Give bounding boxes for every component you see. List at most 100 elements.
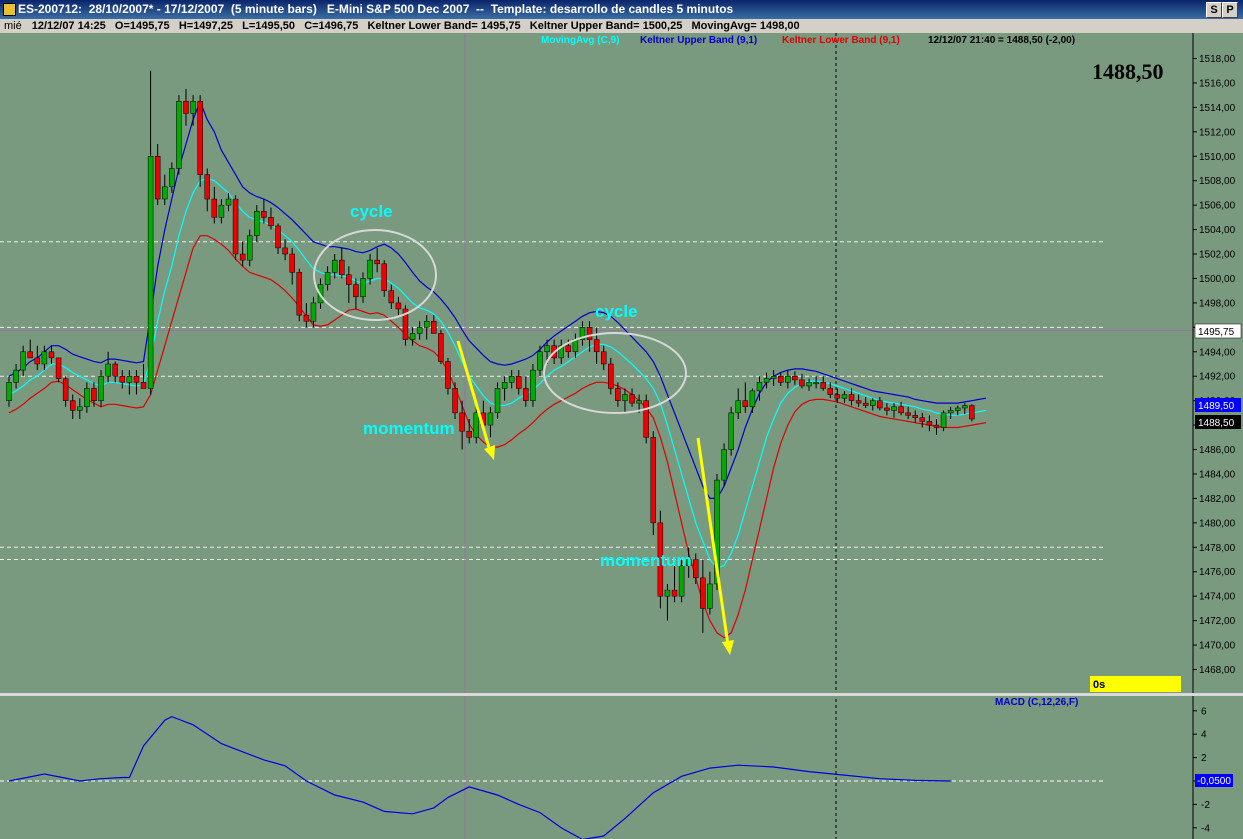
- upper-price-label: 1489,50: [1198, 401, 1235, 412]
- candle-body: [41, 351, 48, 365]
- price-tick-label: 1486,00: [1199, 445, 1236, 456]
- candle-body: [721, 449, 727, 481]
- price-tick-label: 1474,00: [1199, 592, 1236, 603]
- candle-body: [898, 406, 904, 414]
- candle-body: [147, 156, 154, 389]
- candle-body: [678, 565, 685, 597]
- price-tick-label: 1508,00: [1199, 176, 1236, 187]
- candle-body: [27, 351, 33, 359]
- candle-body: [891, 406, 897, 411]
- candle-body: [360, 278, 366, 298]
- candle-body: [211, 198, 218, 218]
- candle-body: [473, 412, 480, 438]
- candle-body: [459, 412, 465, 432]
- candle-body: [282, 247, 288, 255]
- pane-separator[interactable]: [0, 693, 1243, 696]
- candle-body: [615, 388, 621, 401]
- candle-body: [643, 400, 649, 438]
- candle-body: [254, 211, 260, 236]
- candle-body: [785, 375, 791, 383]
- candle-body: [204, 174, 210, 200]
- last-price-big: 1488,50: [1092, 59, 1164, 84]
- window-title: ES-200712: 28/10/2007* - 17/12/2007 (5 m…: [18, 2, 734, 16]
- candle-body: [119, 375, 126, 383]
- p-button[interactable]: P: [1222, 2, 1238, 18]
- candle-body: [969, 405, 975, 420]
- macd-legend: MACD (C,12,26,F): [995, 697, 1078, 708]
- candle-body: [331, 259, 338, 273]
- chart-area[interactable]: cycle momentum cycle momentum MovingAvg …: [0, 33, 1243, 839]
- candle-body: [813, 382, 819, 385]
- price-tick-label: 1514,00: [1199, 103, 1236, 114]
- candle-body: [947, 410, 954, 414]
- candle-body: [381, 263, 387, 291]
- candle-body: [423, 320, 430, 328]
- day-label: mié: [4, 20, 22, 32]
- candle-body: [693, 559, 699, 579]
- candle-body: [268, 217, 274, 227]
- candle-body: [622, 394, 628, 401]
- macd-tick-label: 2: [1201, 753, 1207, 764]
- candle-body: [112, 363, 118, 377]
- bar-values: 12/12/07 14:25 O=1495,75 H=1497,25 L=149…: [31, 20, 800, 32]
- candle-body: [55, 357, 62, 379]
- candle-body: [742, 400, 749, 408]
- candle-body: [6, 382, 12, 401]
- candle-body: [239, 253, 246, 261]
- price-tick-label: 1468,00: [1199, 665, 1236, 676]
- candle-body: [770, 375, 777, 379]
- candle-body: [870, 400, 876, 406]
- candle-body: [445, 361, 451, 389]
- legend-lower-band: Keltner Lower Band (9,1): [782, 35, 900, 46]
- candle-body: [346, 274, 352, 285]
- candle-body: [608, 363, 614, 389]
- candle-body: [799, 379, 805, 387]
- candle-body: [416, 327, 423, 334]
- candle-body: [69, 400, 76, 411]
- candle-body: [862, 402, 869, 406]
- candle-body: [962, 405, 968, 409]
- candle-body: [289, 253, 295, 273]
- last-price-label: 1488,50: [1198, 418, 1235, 429]
- candle-body: [34, 357, 41, 365]
- candle-body: [431, 320, 437, 334]
- candle-body: [140, 382, 147, 389]
- candle-body: [190, 101, 196, 114]
- annotation-momentum-2: momentum: [600, 551, 692, 570]
- price-tick-label: 1516,00: [1199, 78, 1236, 89]
- candle-body: [940, 412, 947, 428]
- annotation-cycle-1: cycle: [350, 202, 393, 221]
- candle-body: [516, 375, 522, 389]
- candle-body: [565, 345, 572, 353]
- price-tick-label: 1484,00: [1199, 469, 1236, 480]
- price-tick-label: 1500,00: [1199, 274, 1236, 285]
- current-price-label: 1495,75: [1198, 327, 1235, 338]
- annotation-cycle-2: cycle: [595, 302, 638, 321]
- candle-body: [593, 339, 600, 353]
- candle-body: [841, 394, 848, 399]
- window-titlebar: ES-200712: 28/10/2007* - 17/12/2007 (5 m…: [0, 0, 1243, 19]
- candle-body: [926, 421, 933, 426]
- candle-body: [452, 388, 458, 414]
- candle-body: [20, 351, 26, 371]
- candle-body: [728, 412, 734, 450]
- candle-body: [91, 388, 97, 401]
- candle-body: [530, 369, 536, 401]
- macd-value-label: -0,0500: [1197, 776, 1231, 787]
- price-tick-label: 1492,00: [1199, 372, 1236, 383]
- candle-body: [197, 101, 203, 175]
- price-tick-label: 1478,00: [1199, 543, 1236, 554]
- candle-body: [154, 156, 161, 200]
- candle-body: [438, 333, 444, 362]
- candle-body: [225, 198, 232, 206]
- candle-body: [537, 351, 543, 371]
- legend-moving-avg: MovingAvg (C,9): [541, 35, 620, 46]
- s-button[interactable]: S: [1206, 2, 1222, 18]
- status-box-text: 0s: [1093, 679, 1105, 691]
- candle-body: [339, 259, 345, 276]
- candle-body: [671, 589, 678, 597]
- candle-body: [919, 417, 926, 422]
- candle-body: [48, 351, 55, 359]
- candle-body: [466, 430, 472, 438]
- candle-body: [62, 378, 69, 401]
